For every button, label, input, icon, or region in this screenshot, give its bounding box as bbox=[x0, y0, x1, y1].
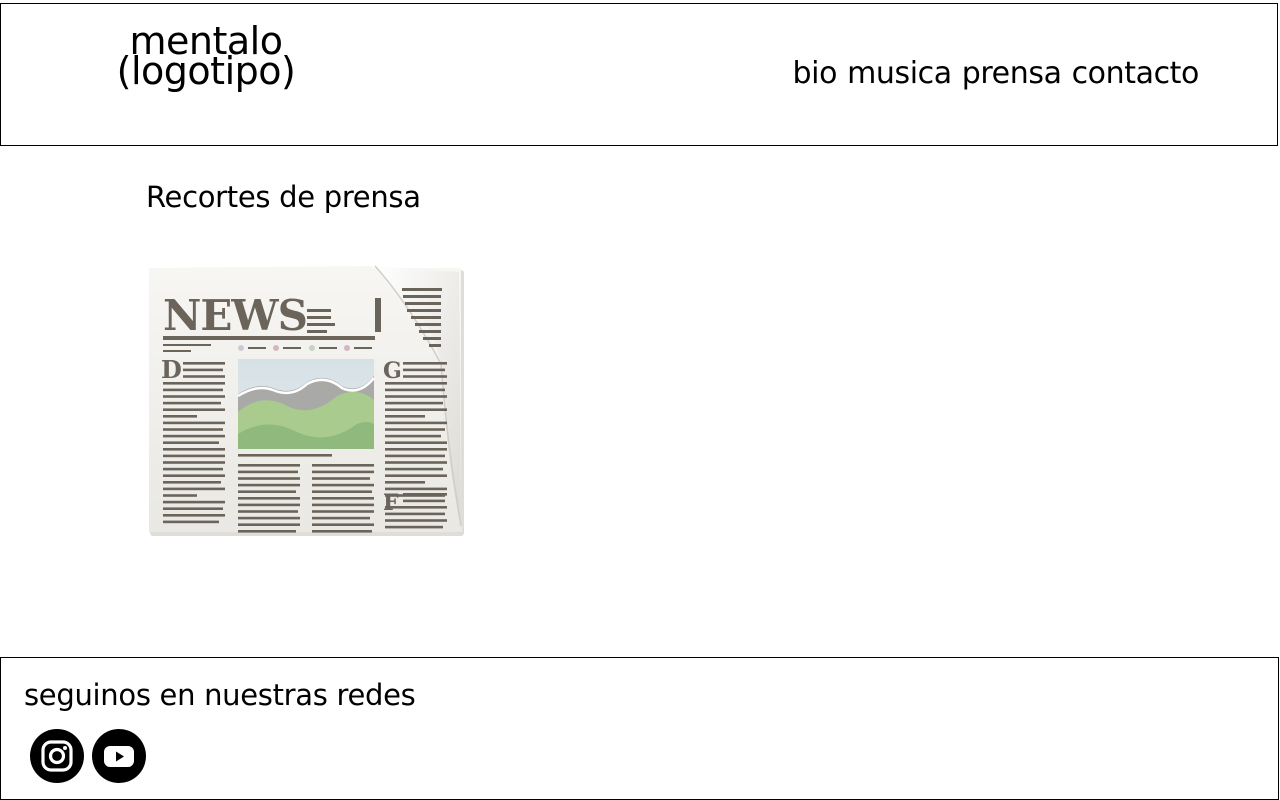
newsprint-line bbox=[238, 530, 296, 533]
newsprint-line bbox=[163, 514, 225, 517]
newsprint-line bbox=[312, 470, 374, 474]
logo[interactable]: mentalo (logotipo) bbox=[97, 22, 315, 93]
newsprint-line bbox=[238, 454, 332, 457]
newsprint-line bbox=[312, 503, 374, 507]
newsprint-line bbox=[163, 461, 225, 464]
newsprint-line bbox=[163, 467, 223, 471]
newsprint-line bbox=[163, 507, 223, 510]
main-nav: bio musica prensa contacto bbox=[793, 56, 1200, 91]
newsprint-line bbox=[238, 483, 300, 487]
newsprint-line bbox=[163, 408, 225, 411]
drop-cap-d: D bbox=[161, 355, 182, 384]
newsprint-line bbox=[238, 516, 300, 520]
newspaper-photo bbox=[237, 359, 375, 449]
newsprint-line bbox=[238, 503, 300, 507]
newsprint-line bbox=[163, 448, 225, 451]
newsprint-line bbox=[312, 490, 372, 493]
nav-link-musica[interactable]: musica bbox=[847, 56, 952, 91]
newspaper-headline: NEWS bbox=[163, 291, 307, 340]
newsprint-line bbox=[403, 493, 447, 496]
newsprint-line bbox=[385, 448, 447, 451]
newsprint-line bbox=[385, 401, 443, 405]
social-heading: seguinos en nuestras redes bbox=[24, 678, 416, 712]
instagram-link[interactable] bbox=[30, 729, 84, 783]
press-clipping[interactable]: NEWS D G F bbox=[147, 264, 465, 536]
newsprint-line bbox=[163, 415, 197, 418]
site-footer: seguinos en nuestras redes bbox=[0, 657, 1279, 800]
newsprint-line bbox=[385, 487, 447, 491]
newsprint-line bbox=[312, 510, 374, 513]
newsprint-line bbox=[163, 520, 219, 524]
newsprint-line bbox=[385, 481, 425, 484]
newsprint-line bbox=[312, 523, 374, 526]
newsprint-line bbox=[312, 483, 374, 487]
newsprint-line bbox=[163, 388, 223, 392]
newsprint-line bbox=[403, 375, 447, 378]
newsprint-line bbox=[163, 481, 221, 484]
newsprint-line bbox=[403, 499, 445, 503]
newsprint-line bbox=[385, 382, 447, 385]
newsprint-line bbox=[385, 525, 443, 529]
drop-cap-g: G bbox=[383, 358, 402, 384]
youtube-link[interactable] bbox=[92, 729, 146, 783]
newsprint-line bbox=[385, 467, 443, 471]
newsprint-line bbox=[163, 428, 223, 431]
newsprint-line bbox=[312, 516, 370, 520]
nav-link-contacto[interactable]: contacto bbox=[1072, 56, 1200, 91]
newsprint-line bbox=[385, 519, 447, 522]
site-header: mentalo (logotipo) bio musica prensa con… bbox=[0, 3, 1278, 146]
newsprint-line bbox=[238, 523, 300, 526]
newsprint-line bbox=[163, 500, 225, 504]
logo-subtitle: (logotipo) bbox=[116, 49, 296, 93]
newsprint-line bbox=[163, 441, 219, 444]
newspaper-image: NEWS D G F bbox=[149, 265, 464, 536]
newsprint-line bbox=[238, 510, 298, 513]
newsprint-line bbox=[385, 454, 445, 458]
newsprint-line bbox=[238, 497, 300, 500]
newsprint-line bbox=[312, 464, 374, 467]
newsprint-line bbox=[385, 428, 445, 431]
drop-cap-f: F bbox=[383, 490, 399, 516]
newsprint-line bbox=[385, 512, 445, 516]
newsprint-line bbox=[385, 441, 447, 444]
newsprint-line bbox=[238, 470, 298, 474]
newsprint-line bbox=[163, 454, 225, 458]
newsprint-line bbox=[312, 477, 370, 480]
social-links bbox=[30, 729, 146, 783]
newsprint-line bbox=[403, 362, 447, 365]
newsprint-line bbox=[183, 362, 225, 365]
newsprint-line bbox=[183, 375, 225, 378]
newsprint-line bbox=[385, 415, 425, 418]
newsprint-line bbox=[312, 497, 374, 500]
newsprint-line bbox=[163, 474, 225, 477]
newsprint-line bbox=[312, 530, 372, 533]
nav-link-prensa[interactable]: prensa bbox=[962, 56, 1062, 91]
newsprint-line bbox=[163, 401, 221, 405]
newsprint-line bbox=[385, 408, 447, 411]
newsprint-line bbox=[163, 395, 225, 398]
newsprint-line bbox=[163, 487, 225, 491]
newsprint-line bbox=[163, 421, 225, 425]
newsprint-line bbox=[238, 464, 300, 467]
newsprint-line bbox=[385, 461, 447, 464]
newsprint-line bbox=[238, 477, 300, 480]
youtube-icon bbox=[104, 746, 134, 767]
newsprint-line bbox=[385, 395, 447, 398]
newsprint-line bbox=[238, 490, 296, 493]
newsprint-line bbox=[385, 421, 447, 425]
newsprint-line bbox=[385, 388, 445, 392]
newsprint-line bbox=[163, 434, 225, 438]
newsprint-line bbox=[385, 506, 447, 509]
page-title: Recortes de prensa bbox=[146, 180, 421, 214]
newsprint-line bbox=[385, 434, 441, 438]
newsprint-line bbox=[163, 494, 197, 497]
newsprint-line bbox=[163, 382, 225, 385]
nav-link-bio[interactable]: bio bbox=[793, 56, 838, 91]
newsprint-line bbox=[403, 368, 445, 372]
instagram-icon bbox=[41, 740, 73, 772]
newsprint-line bbox=[183, 368, 223, 372]
newsprint-line bbox=[385, 474, 447, 477]
